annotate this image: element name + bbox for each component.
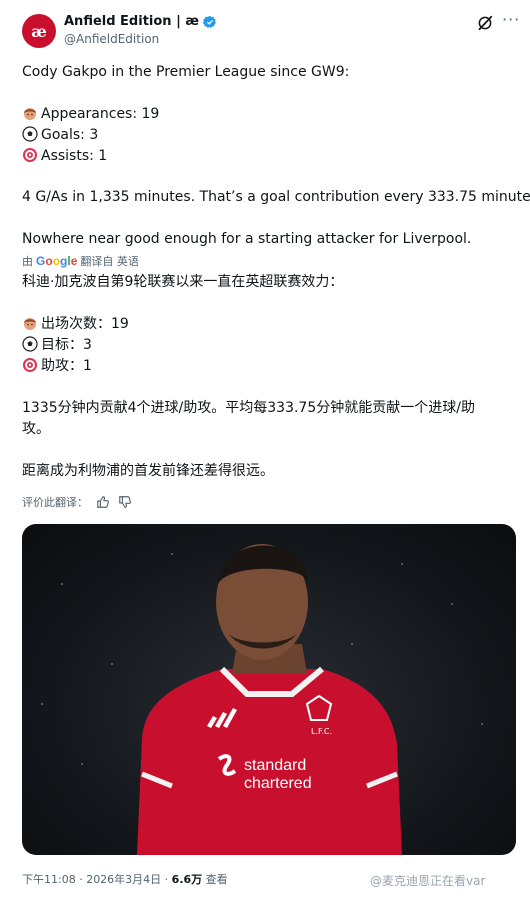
svg-text:L.F.C.: L.F.C. (311, 727, 332, 736)
soccer-ball-icon (22, 336, 38, 352)
post-meta: 下午11:08 · 2026年3月4日 · 6.6万 查看 (22, 871, 228, 887)
translation-verdict: 距离成为利物浦的首发前锋还差得很远。 (22, 463, 274, 479)
post-timestamp[interactable]: 下午11:08 · 2026年3月4日 · (22, 873, 172, 886)
rate-translation-row: 评价此翻译： (22, 494, 132, 510)
post-text-minutes: 4 G/As in 1,335 minutes. That’s a goal c… (22, 189, 530, 205)
thumbs-up-icon[interactable] (96, 495, 110, 509)
post-header: æ Anfield Edition | æ @AnfieldEdition ··… (0, 0, 530, 60)
translation-intro: 科迪·加克波自第9轮联赛以来一直在英超联赛效力： (22, 274, 344, 290)
player-illustration: L.F.C. standard chartered (41, 544, 483, 855)
avatar[interactable]: æ (22, 14, 56, 48)
verified-badge-icon (202, 15, 216, 28)
translation-minutes-line1: 1335分钟内贡献4个进球/助攻。平均每333.75分钟就能贡献一个进球/助 (22, 400, 475, 416)
more-options-icon[interactable]: ··· (502, 10, 520, 29)
translation-minutes-line2: 攻。 (22, 421, 50, 437)
thumbs-down-icon[interactable] (118, 495, 132, 509)
post-photo[interactable]: L.F.C. standard chartered (22, 524, 516, 855)
person-emoji-icon (24, 108, 36, 120)
view-count: 6.6万 (171, 873, 203, 886)
translation-assists: 助攻：1 (22, 356, 522, 377)
stat-appearances: Appearances: 19 (22, 104, 522, 125)
grok-icon[interactable] (476, 14, 494, 32)
views-label: 查看 (202, 873, 228, 886)
stat-goals: Goals: 3 (22, 125, 522, 146)
translated-by-label: 由 (22, 255, 33, 268)
display-name[interactable]: Anfield Edition | æ (64, 14, 199, 29)
svg-text:standard: standard (244, 757, 306, 774)
weibo-watermark: @麦克迪恩正在看var (370, 874, 486, 888)
svg-text:chartered: chartered (244, 775, 312, 792)
translated-by-google[interactable]: 由 Google 翻译自 英语 (22, 253, 139, 269)
target-icon (23, 358, 37, 372)
author-name-row[interactable]: Anfield Edition | æ (64, 14, 217, 29)
target-icon (23, 148, 37, 162)
person-emoji-icon (24, 318, 36, 330)
translated-from-label: 翻译自 英语 (80, 255, 139, 268)
stat-assists: Assists: 1 (22, 146, 522, 167)
translation-appearances: 出场次数：19 (22, 314, 522, 335)
google-logo: Google (36, 254, 78, 268)
post-text-verdict: Nowhere near good enough for a starting … (22, 231, 472, 247)
soccer-ball-icon (22, 126, 38, 142)
post-text-intro: Cody Gakpo in the Premier League since G… (22, 64, 350, 80)
translation-goals: 目标：3 (22, 335, 522, 356)
author-handle[interactable]: @AnfieldEdition (64, 32, 159, 46)
rate-translation-label: 评价此翻译： (22, 496, 88, 509)
